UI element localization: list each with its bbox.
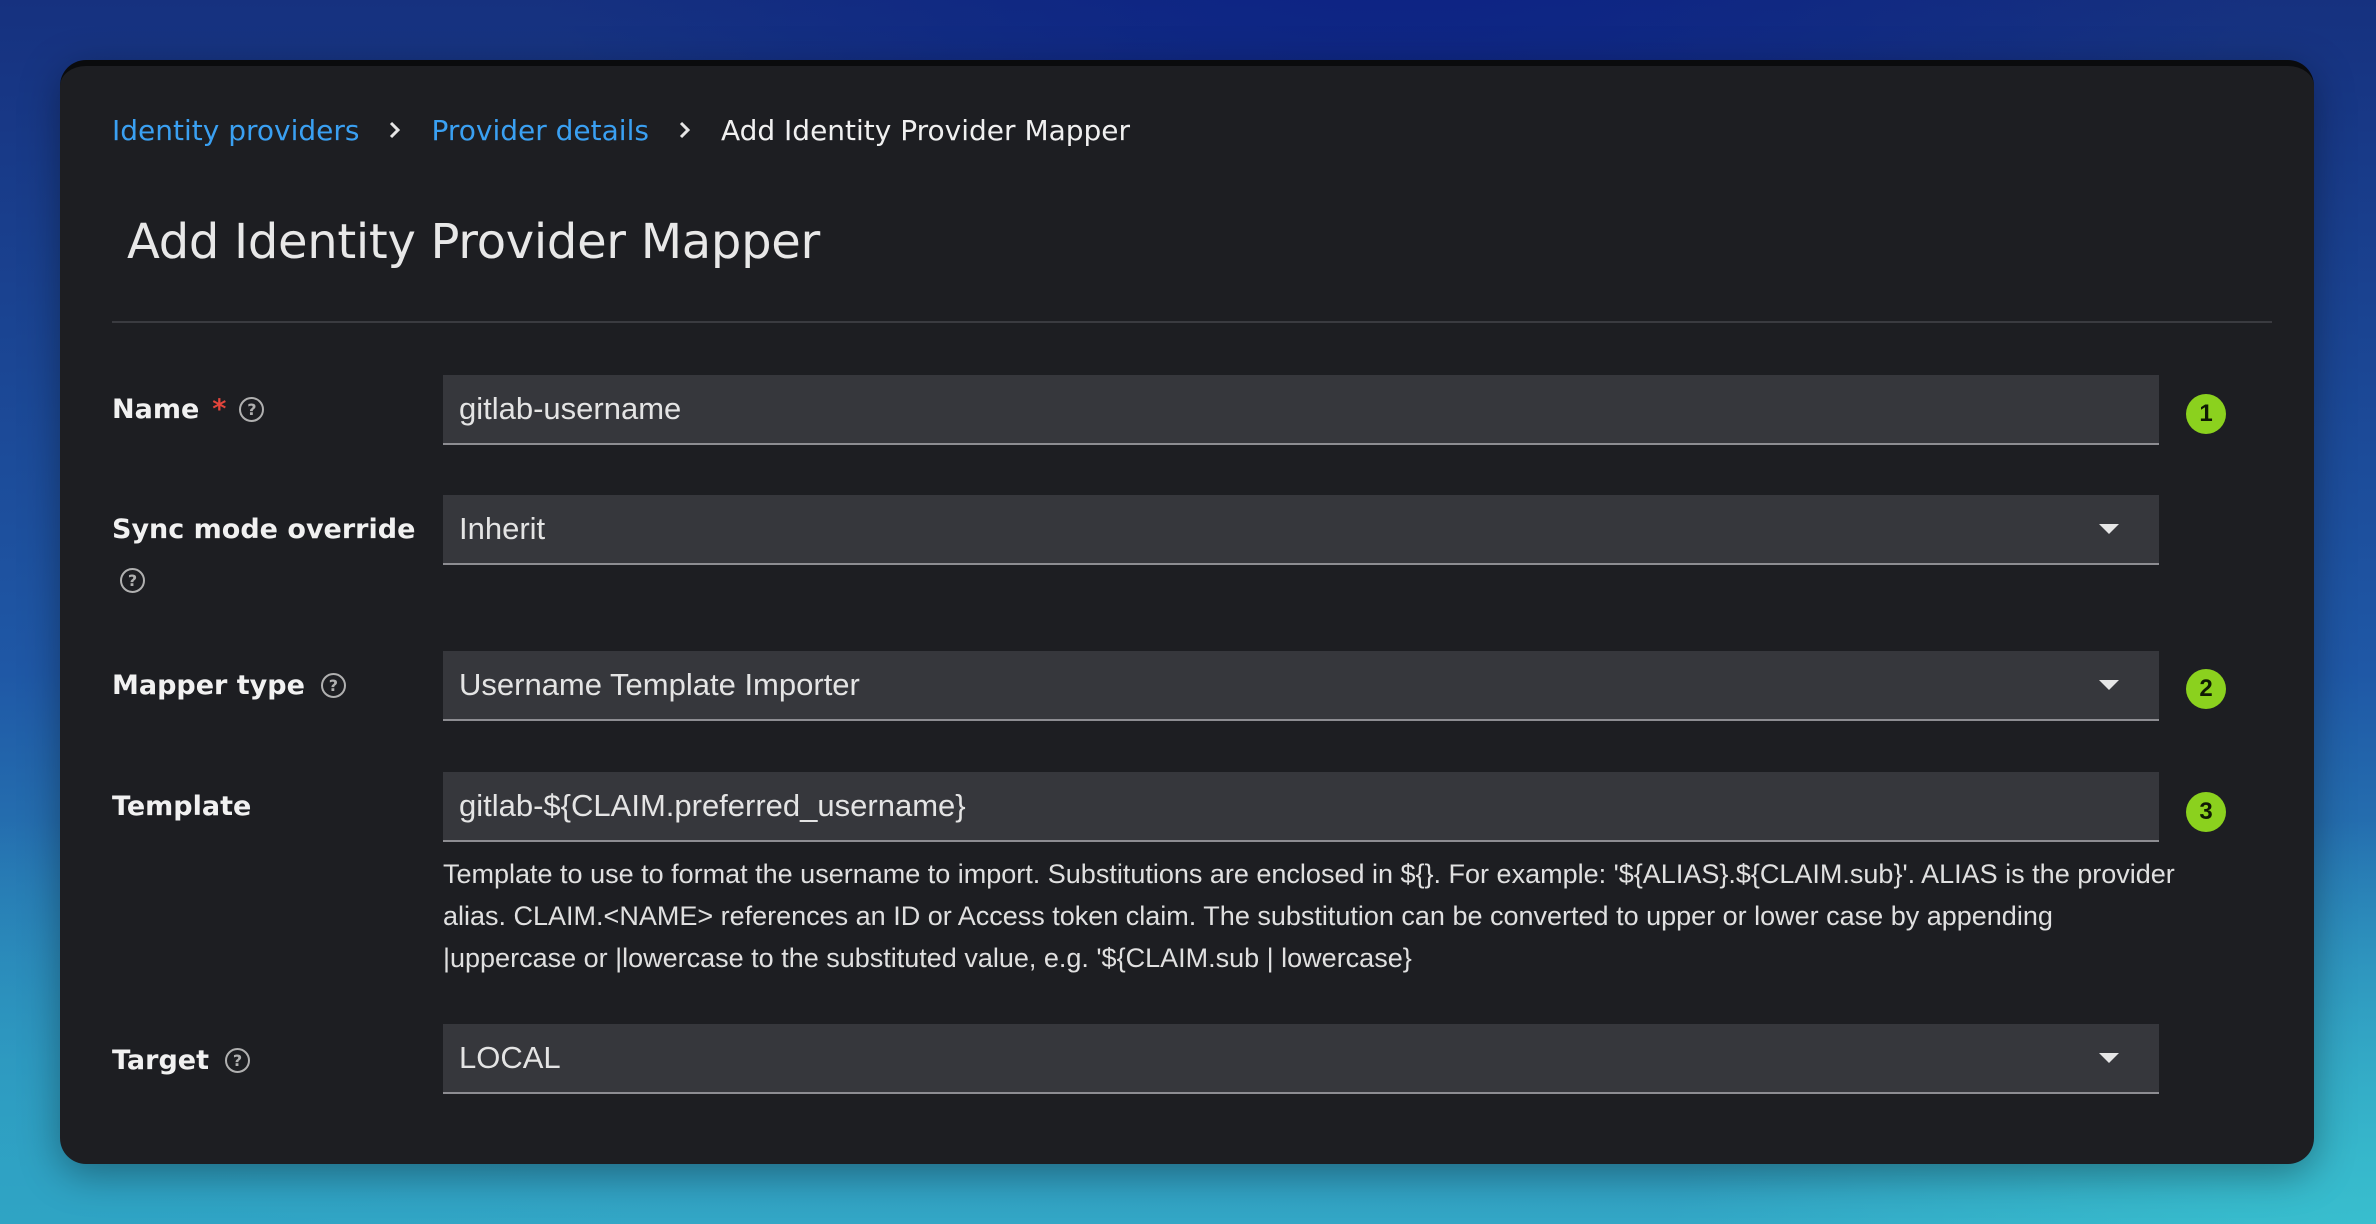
help-circle-icon[interactable]: ?	[239, 397, 265, 422]
breadcrumb: Identity providers Provider details Add …	[112, 110, 1130, 150]
template-label-text: Template	[112, 791, 252, 822]
sync-mode-label-text: Sync mode override	[112, 514, 416, 545]
help-circle-icon[interactable]: ?	[320, 673, 346, 698]
target-label: Target ?	[112, 1045, 251, 1076]
target-label-text: Target	[112, 1045, 210, 1076]
caret-down-icon	[2099, 1053, 2119, 1063]
chevron-right-icon	[677, 121, 693, 139]
callout-badge-3: 3	[2186, 792, 2226, 832]
caret-down-icon	[2099, 524, 2119, 534]
mapper-type-label-text: Mapper type	[112, 670, 305, 701]
help-circle-icon[interactable]: ?	[120, 568, 145, 593]
mapper-type-label: Mapper type ?	[112, 670, 346, 701]
mapper-type-value: Username Template Importer	[459, 667, 860, 702]
target-value: LOCAL	[459, 1040, 561, 1075]
sync-mode-select[interactable]: Inherit	[443, 495, 2159, 565]
callout-badge-1: 1	[2186, 394, 2226, 434]
breadcrumb-current: Add Identity Provider Mapper	[720, 113, 1131, 147]
target-select[interactable]: LOCAL	[443, 1024, 2159, 1094]
chevron-right-icon	[387, 121, 403, 139]
mapper-type-select[interactable]: Username Template Importer	[443, 651, 2159, 721]
required-asterisk: *	[212, 394, 227, 425]
template-helper-text: Template to use to format the username t…	[443, 859, 2175, 973]
name-label: Name * ?	[112, 394, 265, 425]
help-circle-icon[interactable]: ?	[225, 1048, 251, 1073]
template-input[interactable]: gitlab-${CLAIM.preferred_username}	[443, 772, 2159, 842]
name-input[interactable]: gitlab-username	[443, 375, 2159, 445]
sync-mode-label: Sync mode override	[112, 514, 415, 545]
divider	[112, 321, 2272, 323]
page-title: Add Identity Provider Mapper	[127, 214, 820, 270]
name-label-text: Name	[112, 394, 200, 425]
breadcrumb-identity-providers[interactable]: Identity providers	[112, 114, 359, 147]
caret-down-icon	[2099, 680, 2119, 690]
callout-badge-2: 2	[2186, 669, 2226, 709]
template-label: Template	[112, 791, 251, 822]
mapper-card: Identity providers Provider details Add …	[60, 60, 2314, 1164]
sync-mode-value: Inherit	[459, 511, 546, 546]
breadcrumb-provider-details[interactable]: Provider details	[431, 114, 648, 147]
